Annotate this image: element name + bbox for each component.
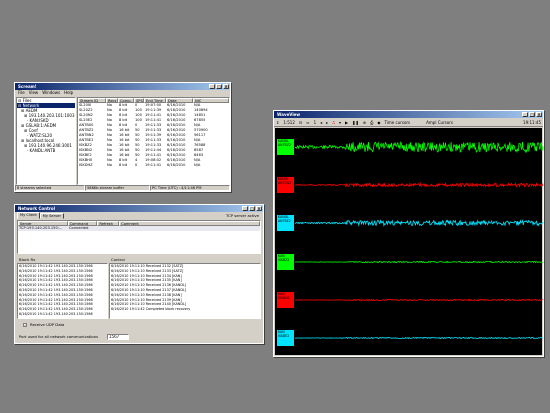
clock-readout: 19:11:45	[523, 119, 541, 125]
waveform-trace	[294, 260, 543, 264]
stream-tree[interactable]: ⊟ Files ⊟ Network ⊞ AEDM ⊞ 193.140.203.101:…	[16, 97, 76, 185]
block-rows: 6/16/2010 19:11:42 193.140.203.150:1566 6…	[18, 264, 107, 317]
waveform-line	[294, 260, 543, 264]
scream-titlebar[interactable]: Scream! _ □ ×	[15, 83, 230, 90]
horizontal-scale-icon[interactable]: ⇔	[306, 120, 309, 125]
vertical-scale-icon[interactable]: ⇕	[276, 120, 279, 125]
forward-icon[interactable]: ▸	[326, 120, 328, 125]
receive-udp-label: Receive UDP Data	[30, 322, 65, 327]
menu-help[interactable]: Help	[64, 90, 73, 96]
stream-rows: SL20I0 No 8 bit 0 19:07:00 6/16/2010 N/A SL20Z2…	[78, 103, 229, 168]
network-tabs: My Client My Server	[17, 212, 64, 219]
tree-item[interactable]: · KANDL:ANTB	[17, 148, 75, 153]
waveview-toolbar: ⇕ 1:512 ⊟ ⇔ 1 ◂ ▸ ⎍ ▾ ▶ ❚❚ ⊕ ⎙ ◆ Time cu…	[274, 118, 543, 127]
control-rows: 6/16/2010 19:11:10 Received 2132 [SATZ] 6…	[110, 264, 260, 312]
maximize-button[interactable]: □	[216, 84, 222, 89]
waveform-trace	[294, 336, 543, 340]
col-comment[interactable]: Comment	[119, 221, 260, 226]
ampl-cursor-label[interactable]: Ampl Cursors	[426, 120, 453, 125]
time-cursor-label[interactable]: Time cursors	[384, 120, 410, 125]
minimize-button[interactable]: _	[522, 112, 528, 117]
waveform-trace	[294, 219, 544, 227]
block-rx-list[interactable]: 6/16/2010 19:11:42 193.140.203.150:1566 6…	[17, 263, 108, 319]
status-selected: 8 streams selected	[15, 185, 85, 191]
waveform-trace	[294, 181, 544, 188]
control-label: Control	[111, 257, 125, 262]
trigger-icon[interactable]: ⎍	[332, 120, 335, 125]
col-refresh[interactable]: Refresh	[97, 221, 120, 226]
tree-items: ⊟ Files ⊟ Network ⊞ AEDM ⊞ 193.140.203.101:…	[17, 98, 75, 153]
rewind-icon[interactable]: ◂	[320, 120, 322, 125]
time-cursor-icon[interactable]: ◆	[377, 120, 380, 125]
table-cell: 8 bit	[119, 163, 128, 167]
scream-window: Scream! _ □ × File View Windows Help ⊟ F…	[14, 82, 231, 192]
server-row[interactable]: TCP:193.140.203.150:... Connected	[18, 226, 260, 231]
scale-value[interactable]: 1:512	[283, 120, 295, 125]
server-table[interactable]: Server Command Refresh Comment TCP:193.1…	[17, 220, 261, 254]
table-cell: 6/16/2010	[167, 163, 186, 167]
filter-icon[interactable]: ⊕	[363, 120, 366, 125]
tab-my-server[interactable]: My Server	[39, 213, 64, 219]
waveform-trace	[294, 298, 543, 302]
menu-windows[interactable]: Windows	[42, 90, 60, 96]
minimize-button[interactable]: _	[209, 84, 215, 89]
server-command: Connected	[69, 226, 89, 230]
print-icon[interactable]: ⎙	[370, 120, 373, 125]
menu-view[interactable]: View	[29, 90, 39, 96]
menu-file[interactable]: File	[18, 90, 25, 96]
network-title: Network Control	[18, 206, 55, 211]
waveform-trace	[294, 141, 544, 154]
list-item[interactable]: 6/16/2010 19:11:42 Completed block recov…	[110, 307, 260, 312]
tree-item-label: KANDL:ANTB	[29, 148, 56, 153]
waveform-line	[294, 336, 543, 340]
pause-icon[interactable]: ❚❚	[352, 120, 359, 125]
waveview-title: WaveView	[277, 112, 301, 117]
status-time: PC Time (UTC) : 4/11:46 PM	[150, 185, 230, 191]
waveview-window: WaveView _ □ × ⇕ 1:512 ⊟ ⇔ 1 ◂ ▸ ⎍ ▾ ▶ ❚…	[273, 110, 544, 357]
waveview-titlebar[interactable]: WaveView _ □ ×	[274, 111, 543, 118]
close-button[interactable]: ×	[256, 206, 262, 211]
step-icon[interactable]: 1	[314, 120, 317, 125]
waveform-line	[294, 141, 544, 154]
waveform-line	[294, 181, 544, 188]
table-cell: ISKDHZ	[79, 163, 93, 167]
status-buffer: 586Kb stream buffer	[85, 185, 150, 191]
waveform-line	[294, 298, 543, 302]
control-list[interactable]: 6/16/2010 19:11:10 Received 2132 [SATZ] 6…	[109, 263, 261, 319]
close-button[interactable]: ×	[223, 84, 229, 89]
table-cell: 0	[135, 163, 138, 167]
receive-udp-checkbox[interactable]: ✓	[23, 323, 27, 327]
record-icon[interactable]: ▾	[339, 120, 341, 125]
server-address: TCP:193.140.203.150:...	[19, 226, 63, 230]
close-button[interactable]: ×	[536, 112, 542, 117]
stream-list[interactable]: Stream ID Recs Comp. SPS End Time Date N…	[77, 97, 230, 185]
maximize-button[interactable]: □	[529, 112, 535, 117]
port-value: 1567	[109, 335, 120, 339]
server-status: TCP server active	[225, 213, 259, 218]
waveform-display[interactable]: KANDL ANTBZ2 KANDL ANTBN2 KANDL ANTBE2 KAN …	[275, 128, 544, 355]
table-cell: 19:11:41	[145, 163, 162, 167]
block-rx-label: Block Rx	[19, 257, 36, 262]
scream-statusbar: 8 streams selected 586Kb stream buffer P…	[15, 185, 230, 191]
network-window: Network Control _ □ × My Client My Serve…	[14, 204, 264, 344]
port-label: Port used for all network communications	[19, 334, 99, 339]
list-item[interactable]: 6/16/2010 19:11:42 193.140.203.150:1566	[18, 312, 107, 317]
scream-menubar: File View Windows Help	[15, 90, 230, 96]
table-cell: N/A	[194, 163, 201, 167]
scream-title: Scream!	[18, 84, 37, 89]
waveform-line	[294, 219, 544, 227]
maximize-button[interactable]: □	[249, 206, 255, 211]
network-titlebar[interactable]: Network Control _ □ ×	[15, 205, 263, 212]
play-icon[interactable]: ▶	[345, 120, 348, 125]
minimize-button[interactable]: _	[242, 206, 248, 211]
port-input[interactable]: 1567	[107, 334, 129, 340]
tab-my-client[interactable]: My Client	[17, 212, 40, 219]
zoom-out-icon[interactable]: ⊟	[299, 120, 302, 125]
table-cell: No	[107, 163, 112, 167]
table-row[interactable]: ISKDHZ No 8 bit 0 19:11:41 6/16/2010 N/A	[78, 163, 229, 168]
